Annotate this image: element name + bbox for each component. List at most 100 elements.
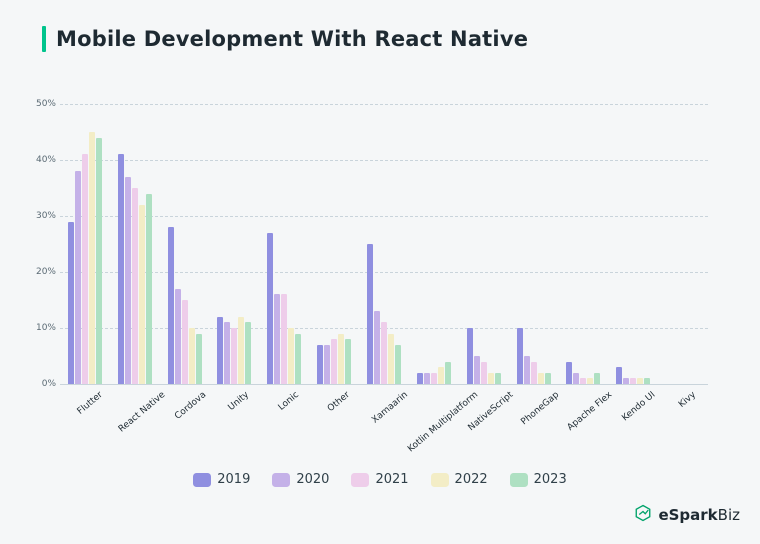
bar-group: NativeScript <box>459 104 509 384</box>
bar <box>438 367 444 384</box>
legend-item: 2019 <box>193 472 250 487</box>
category-label: Other <box>326 390 352 414</box>
legend-swatch <box>431 473 449 487</box>
bar <box>517 328 523 384</box>
title-wrap: Mobile Development With React Native <box>42 26 528 52</box>
bar <box>367 244 373 384</box>
bar-group: Other <box>309 104 359 384</box>
bar <box>495 373 501 384</box>
bar-group: Xamaarin <box>359 104 409 384</box>
bar <box>388 334 394 384</box>
bar <box>132 188 138 384</box>
bar <box>175 289 181 384</box>
gridline <box>60 384 708 387</box>
bar <box>467 328 473 384</box>
bar-group: Apache Flex <box>558 104 608 384</box>
legend-swatch <box>193 473 211 487</box>
legend-item: 2020 <box>272 472 329 487</box>
bar <box>573 373 579 384</box>
category-label: Flutter <box>76 390 105 417</box>
bar <box>182 300 188 384</box>
bar <box>488 373 494 384</box>
legend-label: 2022 <box>455 472 488 487</box>
bar <box>566 362 572 384</box>
category-label: Kivy <box>677 390 698 410</box>
plot-area: 0%10%20%30%40%50% FlutterReact NativeCor… <box>60 104 708 384</box>
legend-item: 2023 <box>510 472 567 487</box>
y-tick-label: 10% <box>26 323 56 333</box>
bar <box>89 132 95 384</box>
bar <box>217 317 223 384</box>
bar-group: React Native <box>110 104 160 384</box>
bar <box>338 334 344 384</box>
bar <box>374 311 380 384</box>
bar <box>331 339 337 384</box>
page-title: Mobile Development With React Native <box>56 27 528 51</box>
category-label: Lonic <box>277 390 301 413</box>
logo-icon <box>634 504 652 526</box>
bar <box>637 378 643 384</box>
bar <box>381 322 387 384</box>
bar <box>623 378 629 384</box>
legend-swatch <box>510 473 528 487</box>
bar <box>324 345 330 384</box>
bar-group: Cordova <box>160 104 210 384</box>
bar <box>238 317 244 384</box>
bar-groups: FlutterReact NativeCordovaUnityLonicOthe… <box>60 104 708 384</box>
bar <box>146 194 152 384</box>
category-label: PhoneGap <box>519 390 561 427</box>
bar <box>96 138 102 384</box>
bar <box>75 171 81 384</box>
bar <box>580 378 586 384</box>
bar <box>395 345 401 384</box>
bar <box>196 334 202 384</box>
bar <box>68 222 74 384</box>
bar-group: Unity <box>210 104 260 384</box>
bar <box>168 227 174 384</box>
bar <box>274 294 280 384</box>
logo-brand: eSpark <box>658 506 717 524</box>
bar <box>245 322 251 384</box>
category-label: Apache Flex <box>566 390 614 433</box>
legend: 2019 2020 2021 2022 2023 <box>0 472 760 487</box>
y-tick-label: 20% <box>26 267 56 277</box>
bar <box>616 367 622 384</box>
bar-group: Kendo UI <box>608 104 658 384</box>
bar <box>587 378 593 384</box>
bar <box>538 373 544 384</box>
bar <box>189 328 195 384</box>
bar <box>281 294 287 384</box>
bar <box>481 362 487 384</box>
bar <box>224 322 230 384</box>
bar-group: PhoneGap <box>509 104 559 384</box>
legend-label: 2019 <box>217 472 250 487</box>
legend-label: 2021 <box>375 472 408 487</box>
bar <box>125 177 131 384</box>
y-tick-label: 0% <box>26 379 56 389</box>
bar <box>267 233 273 384</box>
bar <box>445 362 451 384</box>
bar <box>424 373 430 384</box>
bar <box>630 378 636 384</box>
y-tick-label: 30% <box>26 211 56 221</box>
title-accent-bar <box>42 26 46 52</box>
logo: eSparkBiz <box>634 504 740 526</box>
bar <box>545 373 551 384</box>
bar <box>594 373 600 384</box>
legend-label: 2023 <box>534 472 567 487</box>
bar-group: Flutter <box>60 104 110 384</box>
bar <box>288 328 294 384</box>
bar <box>345 339 351 384</box>
category-label: Kendo UI <box>621 390 658 423</box>
legend-item: 2021 <box>351 472 408 487</box>
legend-item: 2022 <box>431 472 488 487</box>
legend-label: 2020 <box>296 472 329 487</box>
bar <box>295 334 301 384</box>
chart-canvas: Mobile Development With React Native 0%1… <box>0 0 760 544</box>
bar-group: Kotlin Multiplatform <box>409 104 459 384</box>
y-tick-label: 50% <box>26 99 56 109</box>
logo-suffix: Biz <box>718 506 740 524</box>
bar <box>417 373 423 384</box>
bar <box>139 205 145 384</box>
bar <box>531 362 537 384</box>
